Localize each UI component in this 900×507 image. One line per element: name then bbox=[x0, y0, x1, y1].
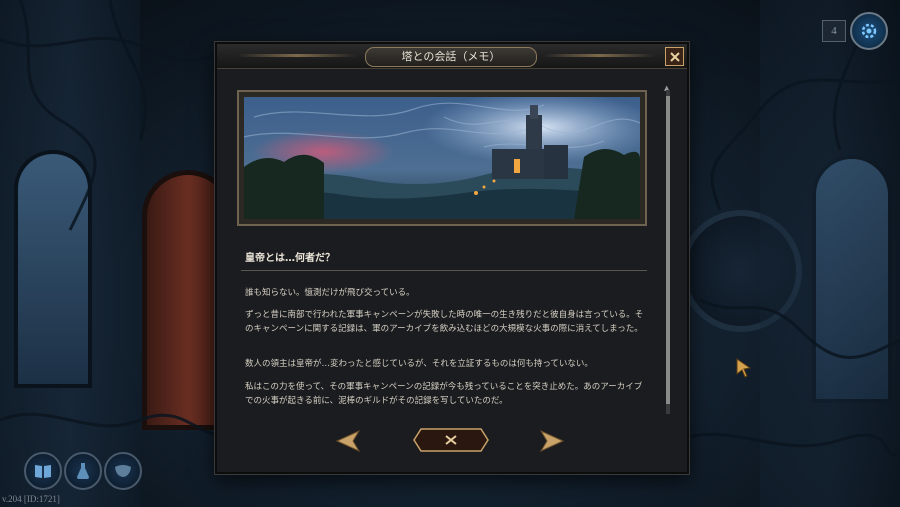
header-ornament-left bbox=[237, 54, 357, 57]
book-icon bbox=[35, 465, 51, 478]
arrow-left-icon bbox=[335, 429, 361, 453]
illustration-frame bbox=[237, 90, 647, 226]
hud-quick-buttons bbox=[14, 452, 144, 492]
heading-divider bbox=[241, 270, 647, 271]
scrollbar-track[interactable] bbox=[666, 90, 670, 414]
mouse-cursor-icon bbox=[736, 358, 752, 378]
dialog-title: 塔との会話（メモ） bbox=[365, 47, 537, 67]
dialog-header: 塔との会話（メモ） bbox=[217, 44, 687, 69]
tower-illustration bbox=[244, 97, 640, 219]
note-paragraph: ずっと昔に南部で行われた軍事キャンペーンが失敗した時の唯一の生き残りだと彼自身は… bbox=[245, 310, 644, 334]
gear-icon bbox=[861, 23, 877, 39]
character-button[interactable] bbox=[104, 452, 142, 490]
conversation-notes-dialog: 塔との会話（メモ） 皇帝とは…何者だ？ 誰も知らない。憶測だけが飛び交っている。… bbox=[215, 42, 689, 474]
dialog-close-button[interactable] bbox=[665, 47, 684, 66]
background-window-left bbox=[14, 150, 92, 388]
close-button[interactable] bbox=[413, 428, 489, 452]
prev-page-button[interactable] bbox=[335, 428, 361, 454]
note-paragraph: 誰も知らない。憶測だけが飛び交っている。 bbox=[245, 288, 415, 298]
mask-icon bbox=[115, 465, 131, 477]
journal-button[interactable] bbox=[24, 452, 62, 490]
header-ornament-right bbox=[543, 54, 655, 57]
notification-counter: 4 bbox=[822, 20, 846, 42]
version-label: v.204 [ID:1721] bbox=[2, 494, 60, 504]
inventory-button[interactable] bbox=[64, 452, 102, 490]
next-page-button[interactable] bbox=[539, 428, 565, 454]
settings-button[interactable] bbox=[850, 12, 888, 50]
scrollbar-thumb[interactable] bbox=[666, 96, 670, 404]
note-paragraph: 私はこの力を使って、その軍事キャンペーンの記録が今も残っていることを突き止めた。… bbox=[245, 382, 643, 406]
arrow-right-icon bbox=[539, 429, 565, 453]
background-pillar-right bbox=[760, 0, 900, 507]
note-heading: 皇帝とは…何者だ？ bbox=[245, 253, 335, 264]
close-x-icon bbox=[669, 51, 680, 62]
note-paragraph: 数人の領主は皇帝が…変わったと感じているが、それを立証するものは何も持っていない… bbox=[245, 359, 593, 369]
potion-icon bbox=[77, 463, 89, 479]
